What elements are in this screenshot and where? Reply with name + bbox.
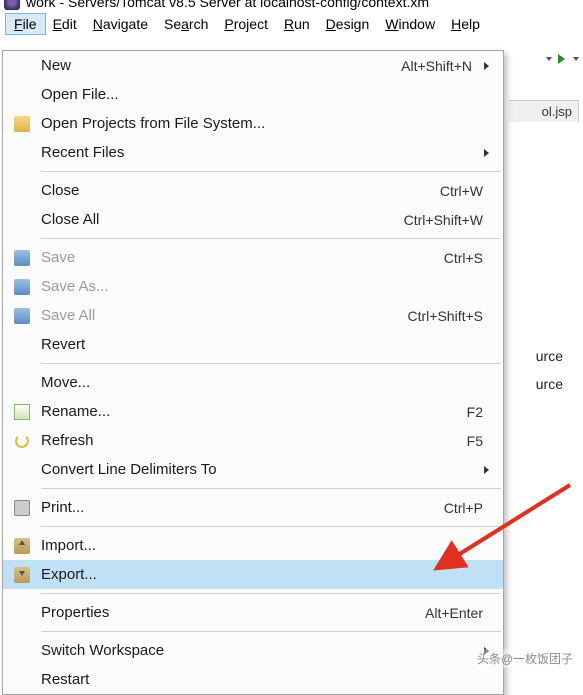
menu-item-label: Export... [41,566,489,583]
editor-tab-fragment[interactable]: ol.jsp [509,100,579,122]
menu-item-save-all[interactable]: Save AllCtrl+Shift+S [3,301,503,330]
save-icon [3,308,41,324]
menu-separator [41,171,501,172]
menu-item-close-all[interactable]: Close AllCtrl+Shift+W [3,205,503,234]
refresh-icon [3,433,41,449]
print-icon [3,500,41,516]
eclipse-app-icon [4,0,20,10]
menu-separator [41,488,501,489]
menu-item-refresh[interactable]: RefreshF5 [3,426,503,455]
menu-item-shortcut: Ctrl+W [440,183,489,199]
toolbar-fragment [544,54,579,64]
watermark-text: 头条@一枚饭团子 [473,649,577,668]
menu-item-open-projects-from-file-system[interactable]: Open Projects from File System... [3,109,503,138]
main-menubar: FileEditNavigateSearchProjectRunDesignWi… [0,10,583,38]
menu-navigate[interactable]: Navigate [85,14,156,34]
run-dropdown-arrow[interactable] [573,57,579,61]
menu-item-convert-line-delimiters-to[interactable]: Convert Line Delimiters To [3,455,503,484]
menu-project[interactable]: Project [216,14,276,34]
menu-item-open-file[interactable]: Open File... [3,80,503,109]
tree-item-fragment: urce [536,348,563,364]
toolbar-dropdown-arrow[interactable] [546,57,552,61]
menu-item-shortcut: Ctrl+Shift+W [404,212,489,228]
menu-item-label: Save All [41,307,408,324]
editor-area-fragment: ol.jsp [509,100,579,122]
menu-item-label: Open Projects from File System... [41,115,489,132]
menu-item-shortcut: Ctrl+S [444,250,489,266]
menu-item-shortcut: F2 [467,404,489,420]
import-icon [3,538,41,554]
file-menu-dropdown: NewAlt+Shift+N Open File... Open Projects … [2,50,504,695]
menu-item-import[interactable]: Import... [3,531,503,560]
menu-item-rename[interactable]: Rename...F2 [3,397,503,426]
menu-item-export[interactable]: Export... [3,560,503,589]
menu-separator [41,526,501,527]
menu-item-move[interactable]: Move... [3,368,503,397]
window-title: work - Servers/Tomcat v8.5 Server at loc… [26,0,429,10]
submenu-arrow-icon [484,149,489,157]
menu-item-print[interactable]: Print...Ctrl+P [3,493,503,522]
menu-item-label: Properties [41,604,425,621]
menu-item-label: Switch Workspace [41,642,478,659]
menu-item-new[interactable]: NewAlt+Shift+N [3,51,503,80]
menu-separator [41,363,501,364]
menu-item-save[interactable]: SaveCtrl+S [3,243,503,272]
menu-file[interactable]: File [6,14,45,34]
menu-item-label: Rename... [41,403,467,420]
menu-item-label: New [41,57,401,74]
run-icon[interactable] [558,54,565,64]
menu-item-label: Open File... [41,86,489,103]
menu-separator [41,593,501,594]
submenu-arrow-icon [484,466,489,474]
window-titlebar: work - Servers/Tomcat v8.5 Server at loc… [0,0,583,10]
menu-item-label: Restart [41,671,489,688]
menu-item-save-as[interactable]: Save As... [3,272,503,301]
menu-item-label: Close All [41,211,404,228]
menu-item-label: Refresh [41,432,467,449]
menu-item-label: Import... [41,537,489,554]
menu-item-label: Revert [41,336,489,353]
menu-item-shortcut: Alt+Shift+N [401,58,478,74]
menu-run[interactable]: Run [276,14,318,34]
menu-separator [41,238,501,239]
folder-icon [3,116,41,132]
menu-design[interactable]: Design [318,14,378,34]
menu-item-shortcut: Alt+Enter [425,605,489,621]
menu-item-label: Move... [41,374,489,391]
menu-item-properties[interactable]: PropertiesAlt+Enter [3,598,503,627]
menu-item-label: Convert Line Delimiters To [41,461,478,478]
save-icon [3,279,41,295]
menu-item-label: Print... [41,499,444,516]
menu-item-close[interactable]: CloseCtrl+W [3,176,503,205]
menu-item-label: Save As... [41,278,489,295]
menu-item-shortcut: F5 [467,433,489,449]
menu-item-label: Close [41,182,440,199]
menu-separator [41,631,501,632]
menu-item-label: Save [41,249,444,266]
menu-item-switch-workspace[interactable]: Switch Workspace [3,636,503,665]
menu-help[interactable]: Help [443,14,488,34]
export-icon [3,567,41,583]
menu-item-restart[interactable]: Restart [3,665,503,694]
save-icon [3,250,41,266]
submenu-arrow-icon [484,62,489,70]
menu-item-label: Recent Files [41,144,478,161]
menu-window[interactable]: Window [377,14,443,34]
menu-item-recent-files[interactable]: Recent Files [3,138,503,167]
menu-edit[interactable]: Edit [45,14,85,34]
rename-icon [3,404,41,420]
menu-item-shortcut: Ctrl+Shift+S [408,308,489,324]
menu-item-revert[interactable]: Revert [3,330,503,359]
tree-item-fragment: urce [536,376,563,392]
menu-item-shortcut: Ctrl+P [444,500,489,516]
menu-search[interactable]: Search [156,14,216,34]
